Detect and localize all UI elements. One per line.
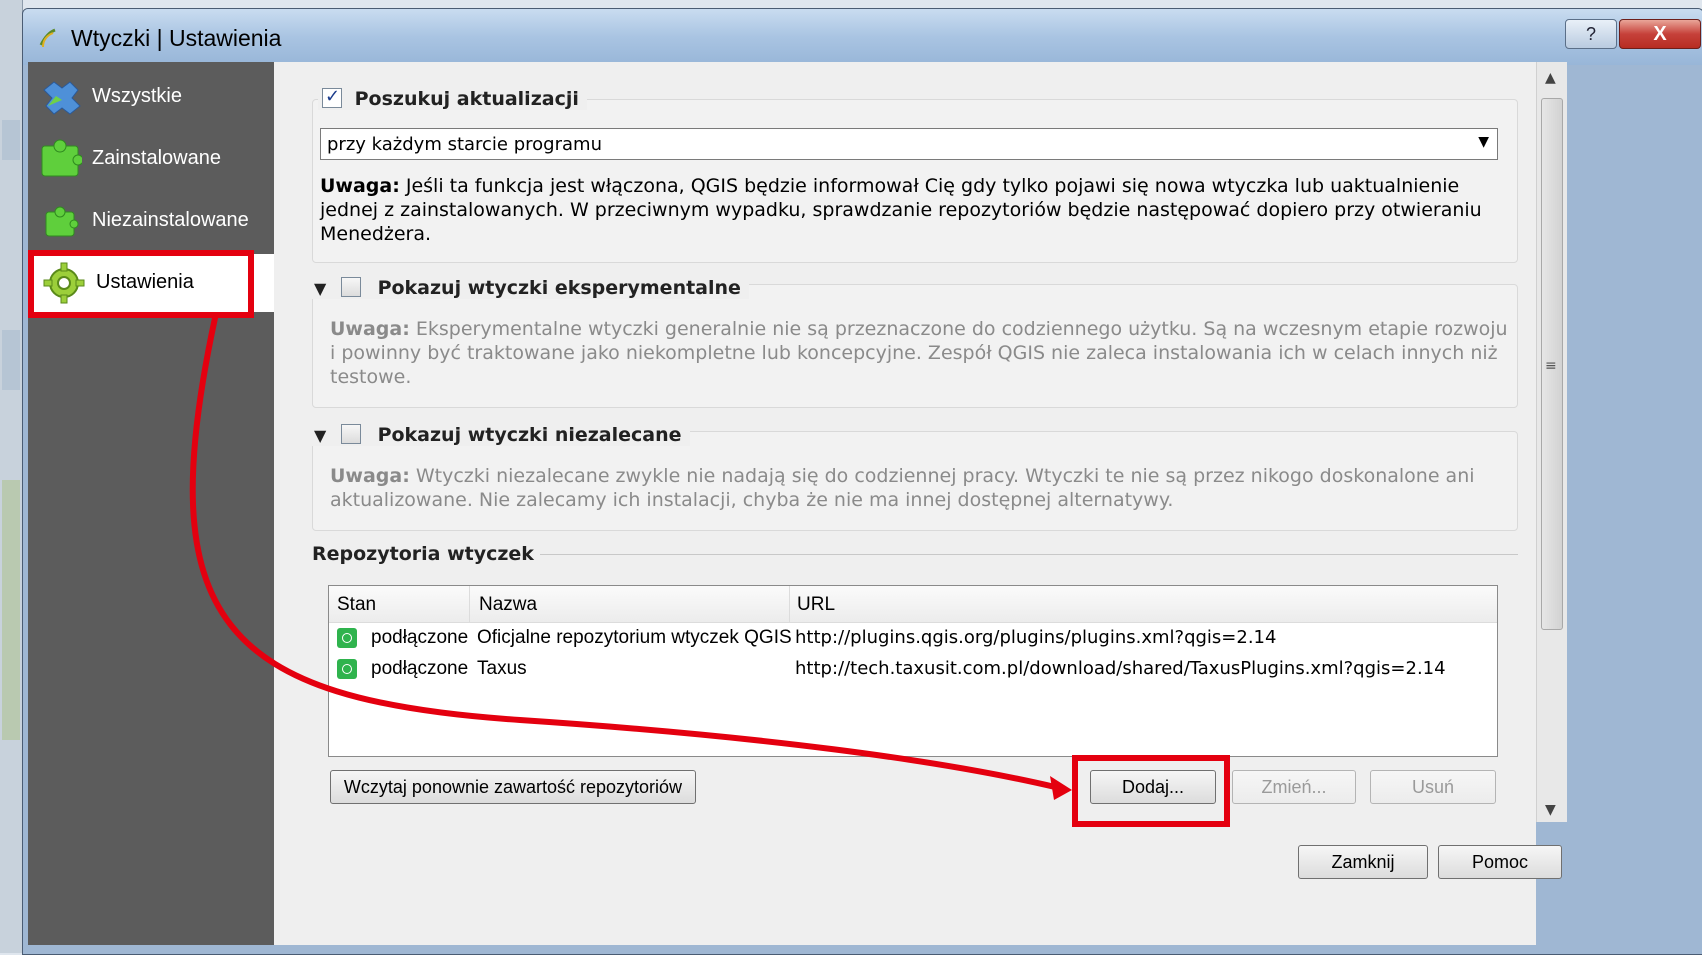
annotation-arrow (189, 315, 1072, 800)
